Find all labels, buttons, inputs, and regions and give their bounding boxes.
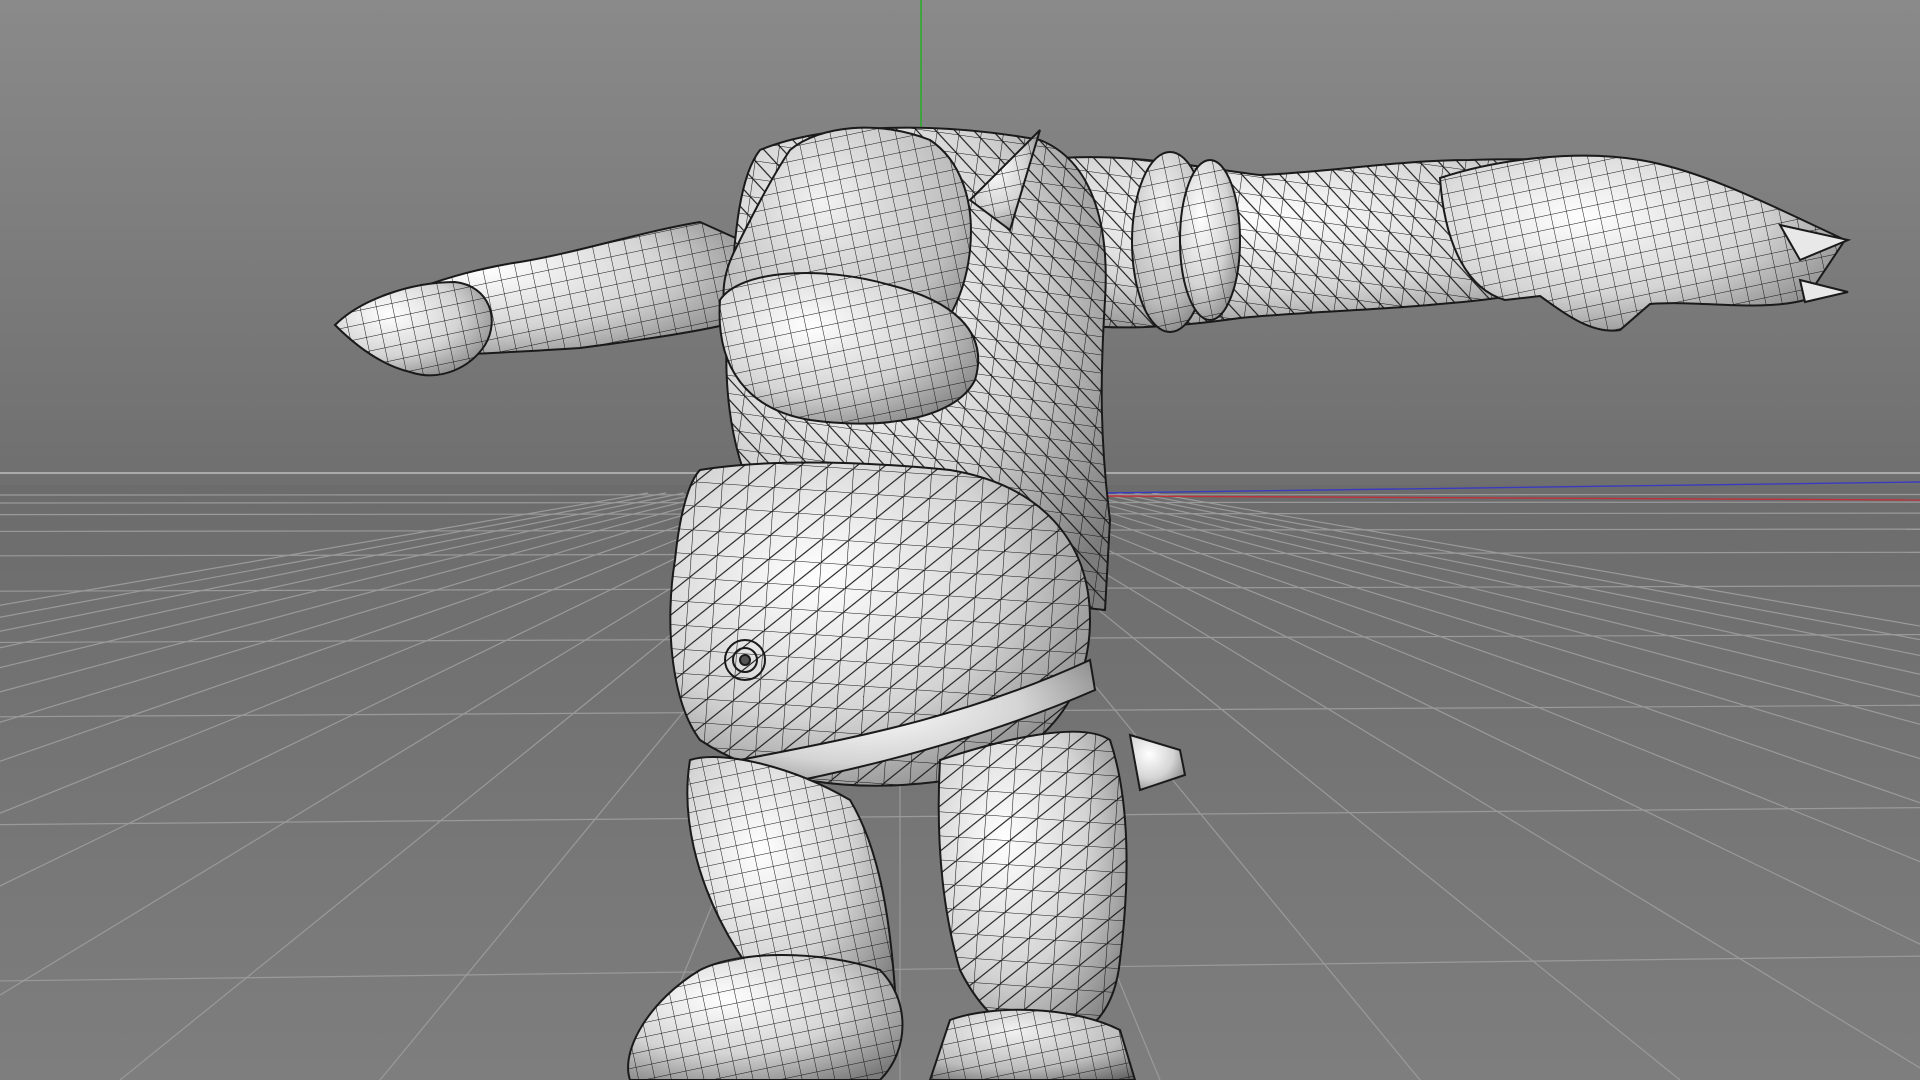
3d-viewport[interactable] xyxy=(0,0,1920,1080)
viewport-scene[interactable] xyxy=(0,0,1920,1080)
